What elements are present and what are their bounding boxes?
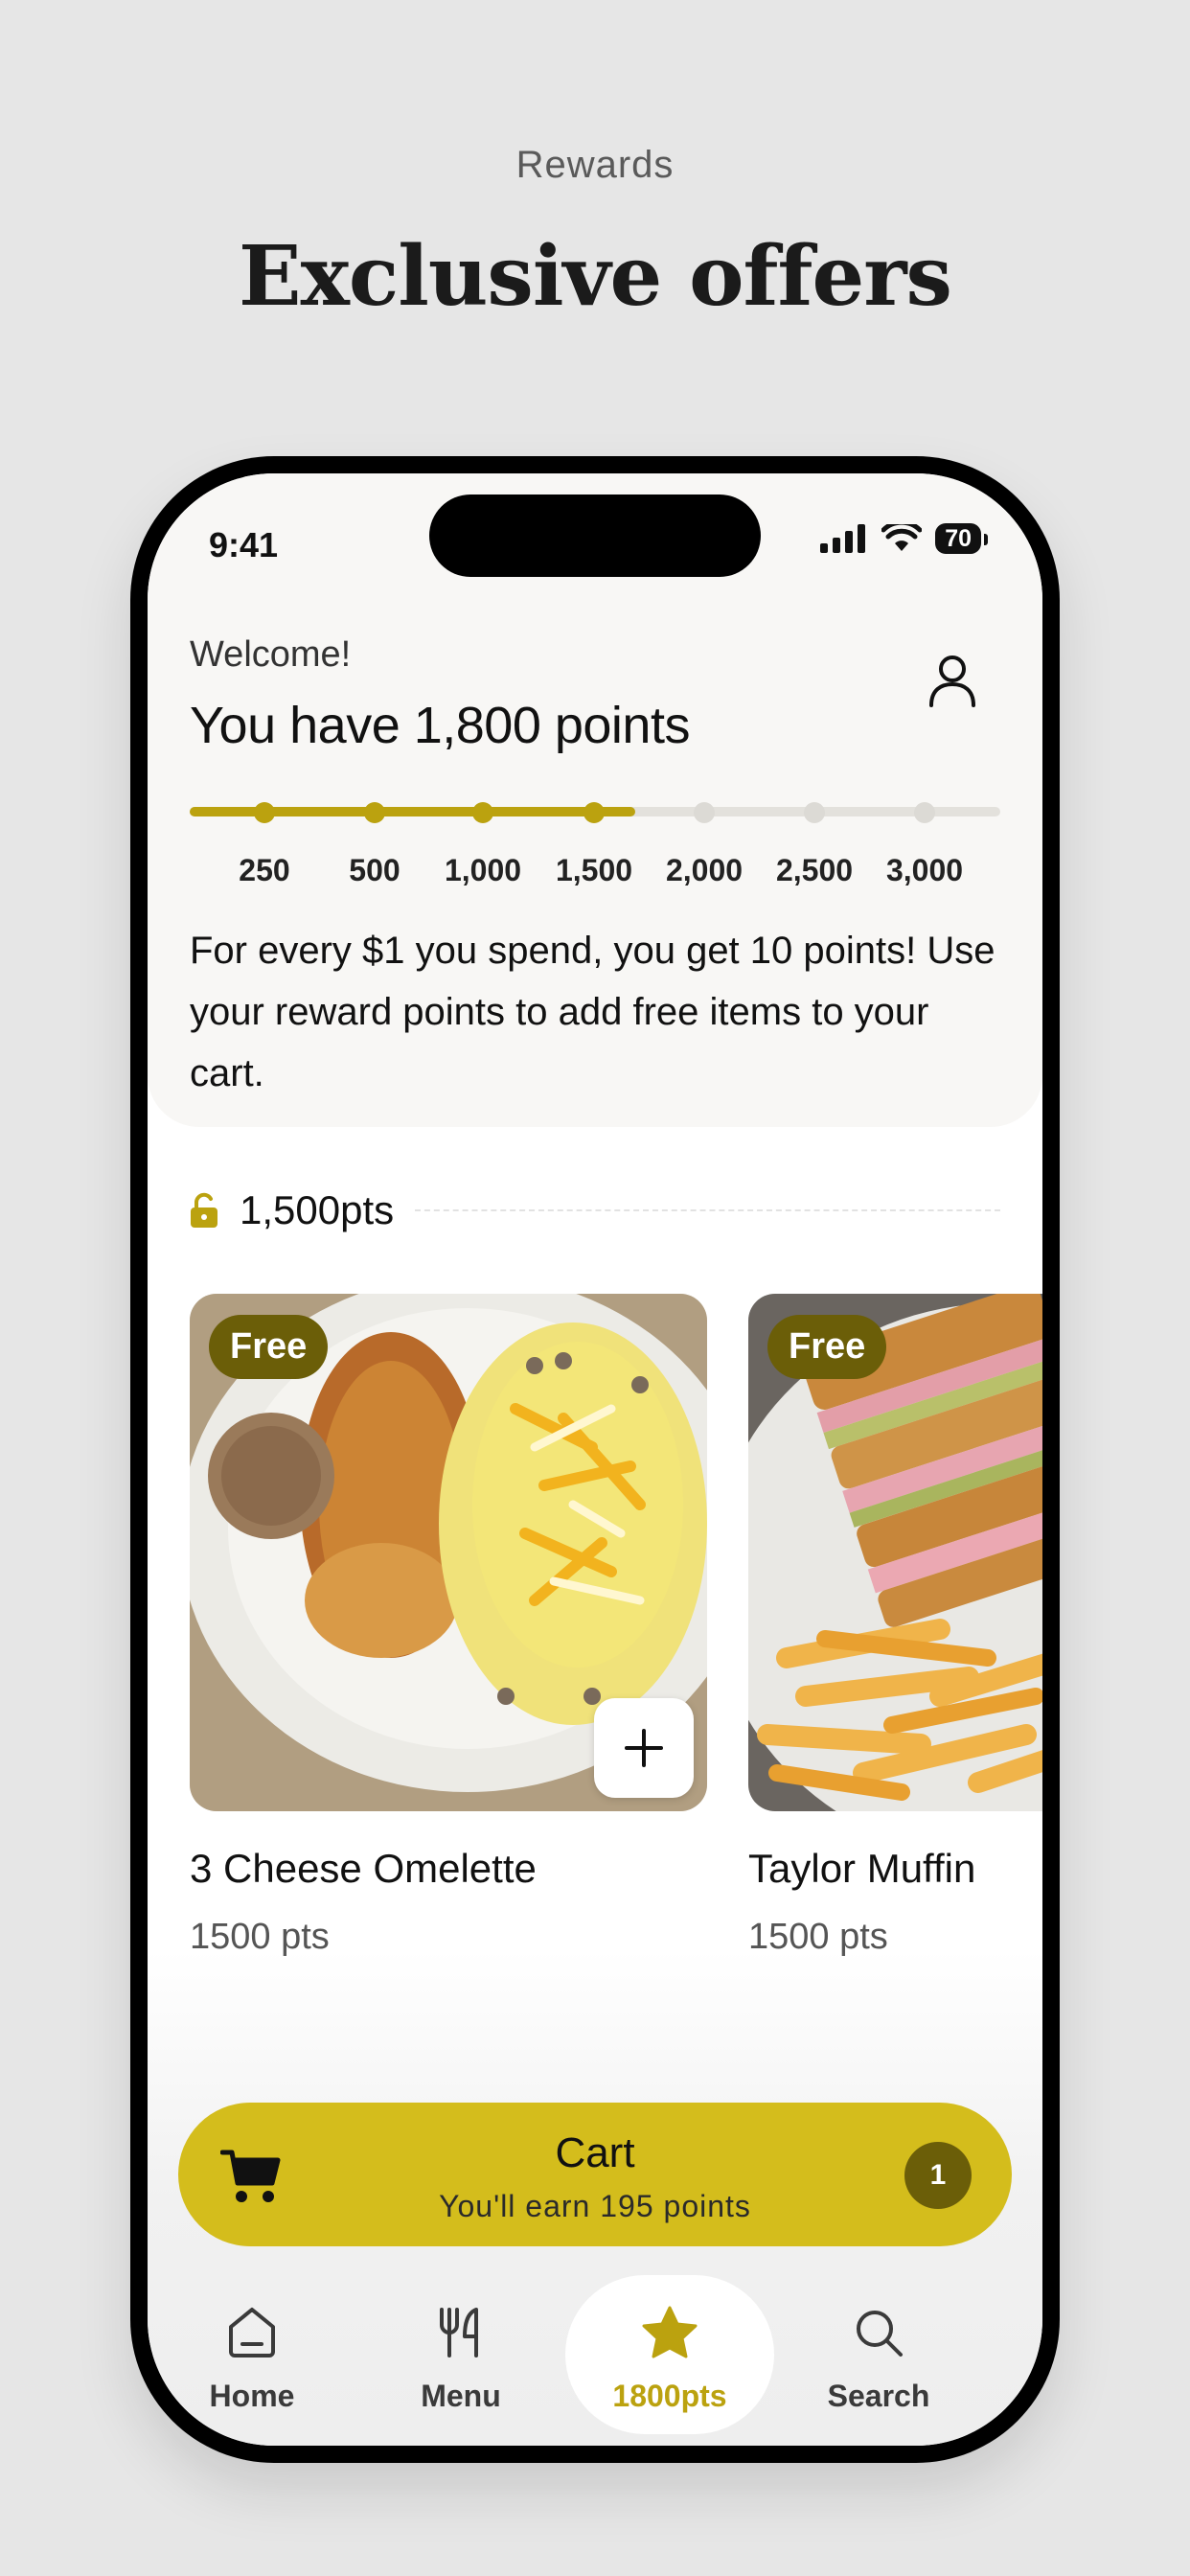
battery-icon: 70 [935,523,988,554]
milestone-dot [472,802,493,823]
tier-row: 1,500pts [190,1186,1000,1234]
milestone-dot [364,802,385,823]
search-icon [857,2311,903,2357]
points-title: You have 1,800 points [190,697,690,754]
page-eyebrow: Rewards [515,144,675,186]
wifi-icon [881,524,923,551]
cart-title: Cart [555,2129,635,2176]
nav-home[interactable]: Home [148,2275,356,2434]
status-time: 9:41 [209,525,279,564]
reward-item-card[interactable]: Free Taylor Muffin 1500 pts [748,1294,1042,1958]
free-badge: Free [767,1315,887,1379]
tier-divider [415,1209,1000,1211]
milestone-dot [804,802,825,823]
free-badge: Free [209,1315,329,1379]
unlock-icon [191,1192,217,1228]
dynamic-island [429,494,761,577]
cart-button[interactable]: Cart You'll earn 195 points 1 [178,2103,1012,2246]
nav-label: Menu [421,2379,501,2413]
cart-count-badge: 1 [904,2142,972,2209]
nav-rewards[interactable]: 1800pts [565,2275,774,2434]
nav-menu[interactable]: Menu [356,2275,565,2434]
nav-label: 1800pts [612,2379,727,2413]
add-to-cart-button[interactable] [594,1698,694,1798]
nav-label: Search [827,2379,930,2413]
signal-icon [820,524,866,553]
fork-knife-icon [440,2308,478,2358]
reward-item-card[interactable]: Free 3 Cheese Omelette 1500 pts [190,1294,707,1958]
food-image: Free [748,1294,1042,1811]
plus-icon [625,1729,663,1767]
star-icon [642,2306,698,2358]
item-name: Taylor Muffin [748,1846,976,1891]
bottom-nav: Home Menu 1800pts Search [148,2275,1042,2438]
nav-search[interactable]: Search [774,2275,983,2434]
welcome-text: Welcome! [190,634,352,675]
page-headline: Exclusive offers [239,228,952,325]
home-icon [229,2308,275,2358]
milestone-dot [584,802,605,823]
phone-frame: Welcome! You have 1,800 points 250 500 1… [130,456,1060,2463]
food-image: Free [190,1294,707,1811]
points-description: For every $1 you spend, you get 10 point… [190,930,995,1094]
milestone-label: 3,000 [885,853,964,887]
status-icons: 70 [820,523,988,554]
milestone-dot [254,802,275,823]
nav-label: Home [209,2379,295,2413]
person-icon[interactable] [926,652,979,714]
app-screen: Welcome! You have 1,800 points 250 500 1… [148,473,1042,2446]
milestone-dot [694,802,715,823]
item-name: 3 Cheese Omelette [190,1846,537,1891]
tier-label: 1,500pts [240,1187,395,1232]
cart-subtitle: You'll earn 195 points [439,2189,751,2223]
milestone-dot [914,802,935,823]
